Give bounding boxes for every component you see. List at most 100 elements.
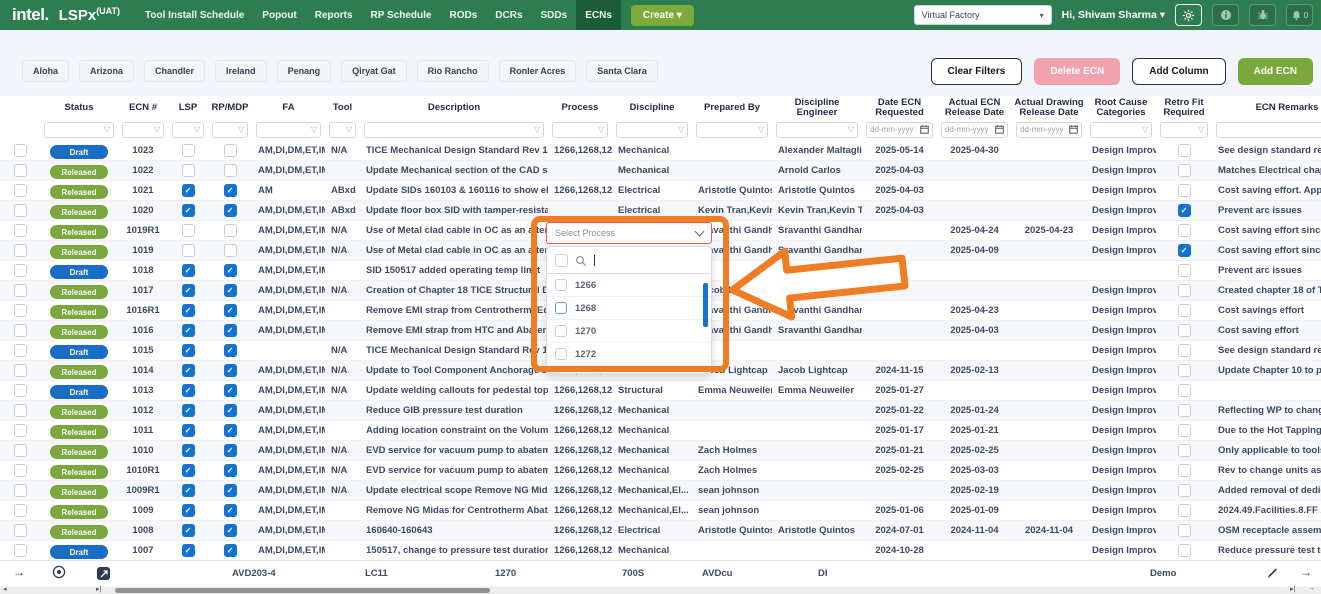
row-select-checkbox[interactable] xyxy=(14,424,27,437)
site-chip-rio-rancho[interactable]: Rio Rancho xyxy=(417,60,489,82)
rp-checkbox[interactable]: ✓ xyxy=(224,204,237,217)
dropdown-scrollbar[interactable] xyxy=(703,283,708,327)
column-header-disc[interactable]: Discipline xyxy=(612,96,692,119)
retro-checkbox[interactable] xyxy=(1178,284,1191,297)
column-header-status[interactable]: Status xyxy=(40,96,118,119)
retro-checkbox[interactable] xyxy=(1178,504,1191,517)
filter-input-disc[interactable]: ▽ xyxy=(616,122,688,138)
filter-input-rel[interactable]: dd-mm-yyyy xyxy=(941,122,1008,138)
filter-input-prep[interactable]: ▽ xyxy=(696,122,768,138)
rp-checkbox[interactable]: ✓ xyxy=(224,544,237,557)
site-chip-ireland[interactable]: Ireland xyxy=(215,60,267,82)
retro-checkbox[interactable]: ✓ xyxy=(1178,244,1191,257)
lsp-checkbox[interactable] xyxy=(182,144,195,157)
rp-checkbox[interactable]: ✓ xyxy=(224,284,237,297)
lsp-checkbox[interactable]: ✓ xyxy=(182,464,195,477)
retro-checkbox[interactable] xyxy=(1178,304,1191,317)
lsp-checkbox[interactable]: ✓ xyxy=(182,264,195,277)
process-option-1268[interactable]: 1268 xyxy=(547,297,711,320)
edit-pencil-icon[interactable] xyxy=(1266,567,1279,585)
delete-ecn-button[interactable]: Delete ECN xyxy=(1034,58,1120,85)
view-icon[interactable] xyxy=(52,565,66,584)
lsp-checkbox[interactable]: ✓ xyxy=(182,344,195,357)
bug-report-button[interactable] xyxy=(1249,4,1276,26)
row-select-checkbox[interactable] xyxy=(14,544,27,557)
rp-checkbox[interactable]: ✓ xyxy=(224,464,237,477)
site-chip-qiryat-gat[interactable]: Qiryat Gat xyxy=(341,60,407,82)
site-chip-santa-clara[interactable]: Santa Clara xyxy=(586,60,658,82)
clear-filters-button[interactable]: Clear Filters xyxy=(931,58,1023,85)
row-select-checkbox[interactable] xyxy=(14,524,27,537)
filter-input-ecn[interactable]: ▽ xyxy=(122,122,164,138)
lsp-checkbox[interactable]: ✓ xyxy=(182,284,195,297)
nav-item-sdds[interactable]: SDDs xyxy=(532,0,577,30)
retro-checkbox[interactable] xyxy=(1178,524,1191,537)
retro-checkbox[interactable] xyxy=(1178,264,1191,277)
row-select-checkbox[interactable] xyxy=(14,264,27,277)
lsp-checkbox[interactable]: ✓ xyxy=(182,424,195,437)
row-select-checkbox[interactable] xyxy=(14,184,27,197)
filter-input-desc[interactable]: ▽ xyxy=(364,122,544,138)
row-select-checkbox[interactable] xyxy=(14,364,27,377)
lsp-checkbox[interactable]: ✓ xyxy=(182,544,195,557)
nav-item-dcrs[interactable]: DCRs xyxy=(486,0,531,30)
rp-checkbox[interactable]: ✓ xyxy=(224,304,237,317)
info-button[interactable] xyxy=(1212,4,1239,26)
scroll-right-icon[interactable]: ▸| xyxy=(1290,585,1295,593)
rp-checkbox[interactable]: ✓ xyxy=(224,524,237,537)
row-select-checkbox[interactable] xyxy=(14,384,27,397)
filter-input-status[interactable]: ▽ xyxy=(44,122,114,138)
row-select-checkbox[interactable] xyxy=(14,224,27,237)
lsp-checkbox[interactable]: ✓ xyxy=(182,384,195,397)
retro-checkbox[interactable] xyxy=(1178,144,1191,157)
lsp-checkbox[interactable]: ✓ xyxy=(182,364,195,377)
process-option-checkbox[interactable] xyxy=(555,348,567,360)
filter-input-req[interactable]: dd-mm-yyyy xyxy=(866,122,933,138)
lsp-checkbox[interactable]: ✓ xyxy=(182,304,195,317)
row-select-checkbox[interactable] xyxy=(14,464,27,477)
rp-checkbox[interactable]: ✓ xyxy=(224,364,237,377)
scroll-left-icon[interactable]: ◂ xyxy=(3,585,7,593)
virtual-factory-select[interactable]: Virtual Factory▾ xyxy=(914,5,1052,25)
next-arrow-icon[interactable]: → xyxy=(1300,565,1312,579)
filter-input-tool[interactable]: ▽ xyxy=(329,122,356,138)
site-chip-arizona[interactable]: Arizona xyxy=(79,60,134,82)
rp-checkbox[interactable]: ✓ xyxy=(224,344,237,357)
filter-input-rem[interactable]: ▽ xyxy=(1216,122,1321,138)
row-select-checkbox[interactable] xyxy=(14,304,27,317)
lsp-checkbox[interactable]: ✓ xyxy=(182,204,195,217)
column-header-fa[interactable]: FA xyxy=(252,96,325,119)
rp-checkbox[interactable]: ✓ xyxy=(224,384,237,397)
expand-row-icon[interactable]: → xyxy=(13,565,25,579)
rp-checkbox[interactable] xyxy=(224,144,237,157)
lsp-checkbox[interactable]: ✓ xyxy=(182,404,195,417)
retro-checkbox[interactable] xyxy=(1178,184,1191,197)
row-select-checkbox[interactable] xyxy=(14,164,27,177)
nav-item-rods[interactable]: RODs xyxy=(440,0,486,30)
row-select-checkbox[interactable] xyxy=(14,284,27,297)
notifications-button[interactable]: 0 xyxy=(1286,4,1313,26)
retro-checkbox[interactable] xyxy=(1178,444,1191,457)
retro-checkbox[interactable]: ✓ xyxy=(1178,204,1191,217)
row-select-checkbox[interactable] xyxy=(14,244,27,257)
retro-checkbox[interactable] xyxy=(1178,484,1191,497)
lsp-checkbox[interactable]: ✓ xyxy=(182,184,195,197)
scrollbar-thumb[interactable] xyxy=(115,588,490,593)
column-header-req[interactable]: Date ECN Requested xyxy=(862,96,937,119)
nav-item-ecns[interactable]: ECNs xyxy=(576,0,621,30)
filter-input-lsp[interactable]: ▽ xyxy=(172,122,204,138)
scroll-end-icon[interactable]: → xyxy=(1308,585,1315,592)
rp-checkbox[interactable] xyxy=(224,224,237,237)
filter-input-fa[interactable]: ▽ xyxy=(256,122,321,138)
filter-input-drw[interactable]: dd-mm-yyyy xyxy=(1016,122,1082,138)
retro-checkbox[interactable] xyxy=(1178,224,1191,237)
popout-icon[interactable] xyxy=(97,567,110,580)
process-option-checkbox[interactable] xyxy=(555,279,567,291)
retro-checkbox[interactable] xyxy=(1178,404,1191,417)
row-select-checkbox[interactable] xyxy=(14,444,27,457)
lsp-checkbox[interactable] xyxy=(182,224,195,237)
row-select-checkbox[interactable] xyxy=(14,144,27,157)
process-option-1266[interactable]: 1266 xyxy=(547,274,711,297)
process-option-checkbox[interactable] xyxy=(555,302,567,314)
site-chip-aloha[interactable]: Aloha xyxy=(22,60,69,82)
